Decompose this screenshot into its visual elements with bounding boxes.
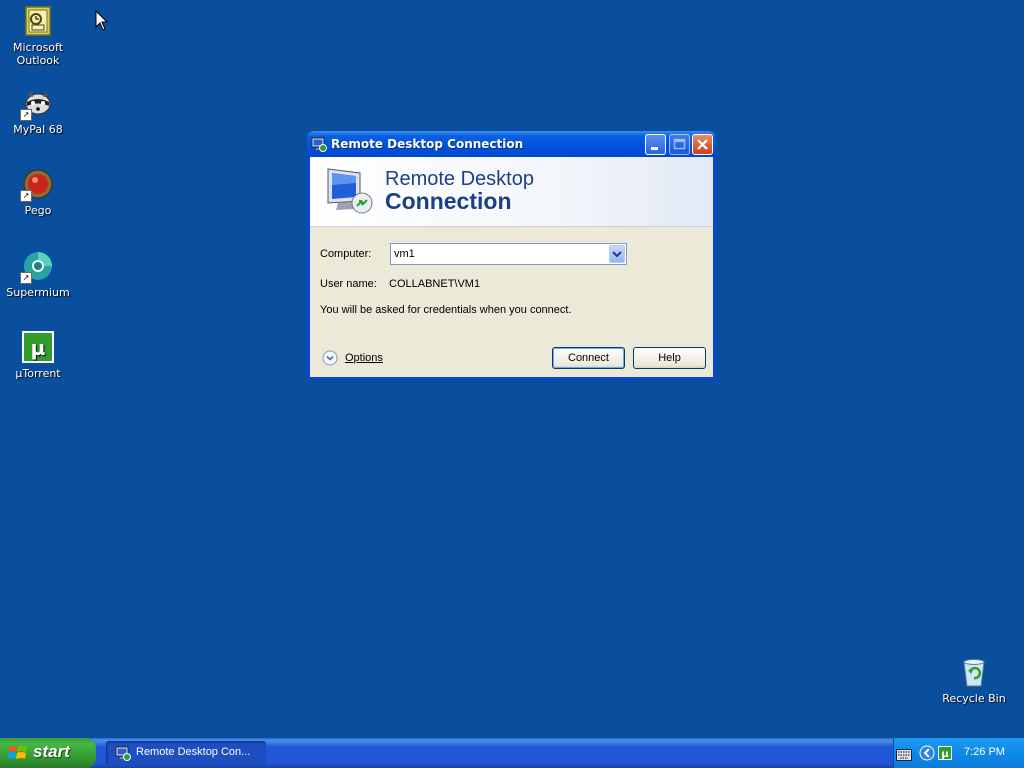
desktop-icon-pego[interactable]: ↗ Pego [0, 168, 76, 217]
start-button[interactable]: start [0, 738, 96, 768]
chevron-left-icon[interactable] [919, 745, 935, 761]
mouse-cursor-icon [95, 9, 109, 36]
supermium-icon: ↗ [20, 250, 54, 284]
expand-options-icon [322, 350, 338, 366]
desktop-icon-label: Microsoft Outlook [12, 41, 64, 67]
taskbar-item-label: Remote Desktop Con... [136, 746, 251, 758]
minimize-button[interactable] [645, 134, 666, 155]
remote-desktop-dialog: Remote Desktop Connection Remote Desktop… [307, 131, 716, 380]
desktop-icon-label: Supermium [6, 286, 70, 299]
recycle-bin-icon [958, 656, 990, 688]
utorrent-icon: µ [22, 331, 54, 363]
credentials-info-text: You will be asked for credentials when y… [320, 304, 572, 316]
computer-input[interactable]: vm1 [394, 248, 415, 260]
taskbar-item-remote-desktop[interactable]: Remote Desktop Con... [106, 741, 266, 765]
desktop-icon-utorrent[interactable]: µ µTorrent [0, 331, 76, 380]
username-label: User name: [320, 278, 377, 290]
pego-icon: ↗ [20, 168, 54, 202]
desktop-icon-mypal[interactable]: ↗ MyPal 68 [0, 87, 76, 136]
monitor-connection-icon [324, 165, 376, 215]
computer-label: Computer: [320, 248, 372, 260]
maximize-button [669, 134, 690, 155]
remote-desktop-icon [115, 745, 131, 761]
svg-text:µ: µ [941, 749, 949, 760]
shortcut-arrow-icon: ↗ [20, 272, 32, 284]
chevron-down-icon[interactable] [609, 245, 625, 263]
start-label: start [33, 742, 70, 761]
desktop-icon-label: Recycle Bin [942, 692, 1006, 705]
svg-text:µ: µ [31, 336, 46, 360]
clock[interactable]: 7:26 PM [964, 746, 1005, 758]
banner-title-line2: Connection [385, 188, 512, 214]
outlook-icon [22, 5, 54, 37]
connect-button[interactable]: Connect [552, 347, 625, 369]
username-value: COLLABNET\VM1 [389, 278, 481, 290]
window-title: Remote Desktop Connection [331, 137, 524, 151]
desktop-icon-label: µTorrent [15, 367, 61, 380]
options-label[interactable]: Options [345, 352, 383, 364]
help-button[interactable]: Help [633, 347, 706, 369]
raccoon-icon: ↗ [20, 87, 54, 121]
computer-combobox[interactable]: vm1 [390, 243, 627, 265]
utorrent-tray-icon[interactable]: µ [938, 745, 952, 760]
taskbar: start Remote Desktop Con... µ 7:26 PM [0, 738, 1024, 768]
desktop-icon-outlook[interactable]: Microsoft Outlook [0, 5, 76, 67]
close-button[interactable] [692, 134, 713, 155]
remote-desktop-icon [311, 136, 327, 152]
banner: Remote Desktop Connection [310, 157, 713, 227]
shortcut-arrow-icon: ↗ [20, 190, 32, 202]
keyboard-icon[interactable] [896, 746, 912, 761]
system-tray: µ 7:26 PM [893, 738, 1024, 768]
desktop: Microsoft Outlook ↗ MyPal 68 ↗ Pego ↗ Su… [0, 0, 1024, 738]
desktop-icon-supermium[interactable]: ↗ Supermium [0, 250, 76, 299]
desktop-icon-label: Pego [24, 204, 52, 217]
desktop-icon-recycle-bin[interactable]: Recycle Bin [936, 656, 1012, 705]
title-bar[interactable]: Remote Desktop Connection [307, 131, 716, 157]
dialog-body: Remote Desktop Connection Computer: vm1 … [310, 157, 713, 377]
shortcut-arrow-icon: ↗ [20, 109, 32, 121]
windows-flag-icon [7, 744, 28, 762]
desktop-icon-label: MyPal 68 [13, 123, 63, 136]
